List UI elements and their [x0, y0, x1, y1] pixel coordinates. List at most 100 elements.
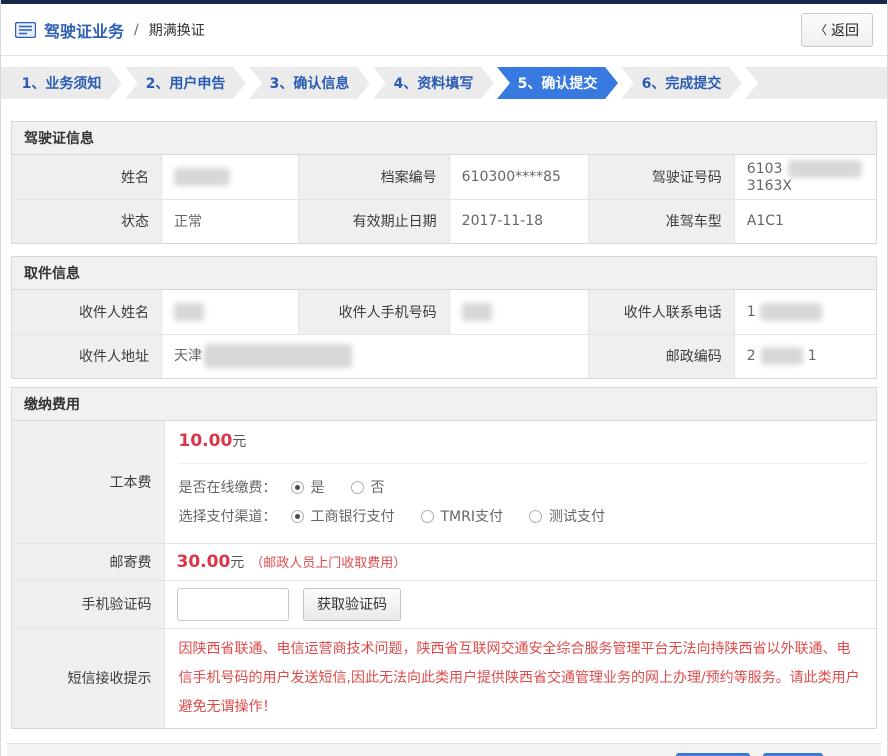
recipient-mobile-label: 收件人手机号码: [299, 290, 449, 334]
license-info-table: 姓名 档案编号 610300****85 驾驶证号码 61033163X 状态 …: [12, 155, 876, 243]
finish-button[interactable]: 完成: [763, 753, 823, 756]
table-row: 工本费 10.00元 是否在线缴费： 是: [12, 421, 876, 543]
postage-fee-note: （邮政人员上门收取费用）: [250, 556, 406, 571]
sms-notice-cell: 因陕西省联通、电信运营商技术问题，陕西省互联网交通安全综合服务管理平台无法向持陕…: [164, 628, 876, 728]
postage-fee-cell: 30.00元 （邮政人员上门收取费用）: [164, 543, 876, 580]
table-row: 收件人姓名 收件人手机号码 收件人联系电话 1: [12, 290, 876, 334]
payment-section-title: 缴纳费用: [12, 388, 876, 421]
name-value: [161, 155, 298, 199]
recipient-phone-prefix: 1: [747, 304, 756, 320]
redacted-recipient-mobile: [462, 303, 492, 321]
production-fee-label: 工本费: [12, 421, 164, 543]
payment-channel-question-row: 选择支付渠道： 工商银行支付 TMRI支付 测试支付: [179, 506, 875, 526]
license-number-suffix: 3163X: [747, 178, 792, 194]
redacted-postcode: [761, 347, 803, 365]
get-captcha-button[interactable]: 获取验证码: [303, 588, 401, 621]
table-row: 姓名 档案编号 610300****85 驾驶证号码 61033163X: [12, 155, 876, 199]
online-payment-yes-radio[interactable]: 是: [291, 477, 325, 497]
postage-fee-unit: 元: [230, 555, 244, 571]
payment-channel-question: 选择支付渠道：: [179, 506, 277, 526]
captcha-label: 手机验证码: [12, 580, 164, 628]
postcode-suffix: 1: [808, 348, 817, 364]
production-fee-amount-line: 10.00元: [179, 431, 875, 451]
page-header: 驾驶证业务 / 期满换证 〈 返回: [1, 4, 887, 56]
table-row: 手机验证码 获取验证码: [12, 580, 876, 628]
radio-unselected-icon[interactable]: [351, 481, 364, 494]
status-label: 状态: [12, 199, 161, 243]
breadcrumb-current: 期满换证: [149, 20, 205, 40]
name-label: 姓名: [12, 155, 161, 199]
postcode-label: 邮政编码: [588, 334, 734, 378]
page-title: 驾驶证业务: [44, 18, 124, 42]
recipient-address-value: 天津: [161, 334, 588, 378]
online-payment-question-row: 是否在线缴费： 是 否: [179, 477, 875, 497]
radio-unselected-icon[interactable]: [529, 510, 542, 523]
redacted-license-number: [788, 160, 862, 178]
radio-unselected-icon[interactable]: [421, 510, 434, 523]
license-info-section-title: 驾驶证信息: [12, 122, 876, 155]
production-fee-amount: 10.00: [179, 431, 233, 451]
channel-tmri-label: TMRI支付: [441, 506, 504, 526]
sms-notice-text: 因陕西省联通、电信运营商技术问题，陕西省互联网交通安全综合服务管理平台无法向持陕…: [177, 629, 877, 728]
channel-test-radio[interactable]: 测试支付: [529, 506, 605, 526]
pickup-info-table: 收件人姓名 收件人手机号码 收件人联系电话 1 收件人地址 天津 邮政编码 21: [12, 290, 876, 378]
table-row: 邮寄费 30.00元 （邮政人员上门收取费用）: [12, 543, 876, 580]
pickup-info-section: 取件信息 收件人姓名 收件人手机号码 收件人联系电话 1 收件人地址 天津: [11, 256, 877, 379]
step-6-complete-submit[interactable]: 6、完成提交: [621, 67, 742, 99]
captcha-cell: 获取验证码: [164, 580, 876, 628]
radio-selected-icon[interactable]: [291, 481, 304, 494]
step-2-user-declaration[interactable]: 2、用户申告: [125, 67, 246, 99]
expiry-date-label: 有效期止日期: [299, 199, 449, 243]
table-row: 收件人地址 天津 邮政编码 21: [12, 334, 876, 378]
redacted-name-value: [174, 168, 230, 186]
radio-selected-icon[interactable]: [291, 510, 304, 523]
status-value: 正常: [161, 199, 298, 243]
payment-table: 工本费 10.00元 是否在线缴费： 是: [12, 421, 876, 728]
fee-divider: [179, 463, 868, 464]
postage-fee-amount: 30.00: [177, 552, 231, 572]
table-row: 短信接收提示 因陕西省联通、电信运营商技术问题，陕西省互联网交通安全综合服务管理…: [12, 628, 876, 728]
captcha-input[interactable]: [177, 588, 289, 621]
recipient-phone-label: 收件人联系电话: [588, 290, 734, 334]
channel-test-label: 测试支付: [549, 506, 605, 526]
redacted-recipient-name: [174, 303, 204, 321]
redacted-recipient-address: [204, 344, 352, 368]
postage-fee-label: 邮寄费: [12, 543, 164, 580]
pickup-info-section-title: 取件信息: [12, 257, 876, 290]
online-payment-question: 是否在线缴费：: [179, 477, 277, 497]
license-business-icon: [15, 22, 36, 38]
table-row: 状态 正常 有效期止日期 2017-11-18 准驾车型 A1C1: [12, 199, 876, 243]
vehicle-type-label: 准驾车型: [588, 199, 734, 243]
sms-notice-label: 短信接收提示: [12, 628, 164, 728]
step-nav-filler: [745, 67, 887, 99]
recipient-mobile-value: [449, 290, 588, 334]
file-number-label: 档案编号: [299, 155, 449, 199]
postcode-value: 21: [734, 334, 876, 378]
channel-tmri-radio[interactable]: TMRI支付: [421, 506, 504, 526]
online-payment-no-label: 否: [371, 477, 385, 497]
recipient-name-label: 收件人姓名: [12, 290, 161, 334]
license-number-label: 驾驶证号码: [588, 155, 734, 199]
footer-action-bar: 上一步 完成: [7, 743, 881, 756]
production-fee-unit: 元: [232, 434, 246, 450]
back-button-label: 返回: [831, 20, 859, 40]
postcode-prefix: 2: [747, 348, 756, 364]
recipient-phone-value: 1: [734, 290, 876, 334]
previous-step-button[interactable]: 上一步: [676, 753, 750, 756]
back-button[interactable]: 〈 返回: [801, 13, 873, 47]
recipient-name-value: [161, 290, 298, 334]
redacted-recipient-phone: [760, 303, 822, 321]
license-number-value: 61033163X: [734, 155, 876, 199]
online-payment-yes-label: 是: [311, 477, 325, 497]
step-3-confirm-info[interactable]: 3、确认信息: [249, 67, 370, 99]
license-info-section: 驾驶证信息 姓名 档案编号 610300****85 驾驶证号码 6103316…: [11, 121, 877, 244]
breadcrumb: 驾驶证业务 / 期满换证: [15, 18, 205, 42]
payment-section: 缴纳费用 工本费 10.00元 是否在线缴费： 是: [11, 387, 877, 729]
step-4-fill-data[interactable]: 4、资料填写: [373, 67, 494, 99]
online-payment-no-radio[interactable]: 否: [351, 477, 385, 497]
expiry-date-value: 2017-11-18: [449, 199, 588, 243]
license-number-prefix: 6103: [747, 161, 783, 177]
step-5-confirm-submit[interactable]: 5、确认提交: [497, 67, 618, 99]
channel-icbc-radio[interactable]: 工商银行支付: [291, 506, 395, 526]
step-1-business-notice[interactable]: 1、业务须知: [1, 67, 122, 99]
